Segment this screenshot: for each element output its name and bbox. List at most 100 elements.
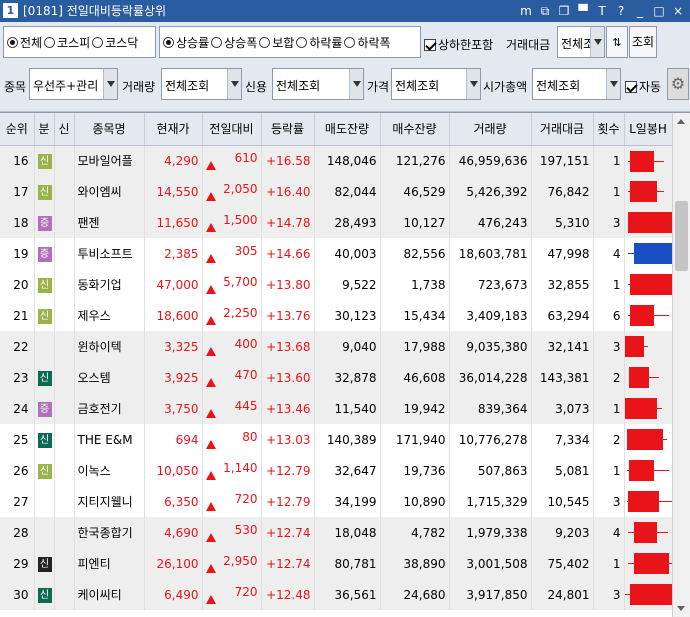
trade-amount-select[interactable]: 전체조	[557, 26, 605, 58]
volume-select[interactable]: 전체조회	[161, 68, 242, 100]
column-header[interactable]: 매도잔량	[314, 113, 381, 146]
radio-label: 상승폭	[224, 35, 258, 50]
bid-volume-cell: 46,529	[380, 176, 450, 207]
table-row[interactable]: 16 신 모바일어플 4,290 610 +16.58 148,046 121,276 46,9…	[0, 145, 673, 176]
market-radio-1[interactable]: 코스피	[44, 34, 90, 51]
price-cell: 3,750	[144, 393, 203, 424]
price-select[interactable]: 전체조회	[391, 68, 481, 100]
up-arrow-icon	[205, 347, 216, 356]
column-header[interactable]: 종목명	[74, 113, 145, 146]
chevron-down-icon	[227, 69, 241, 99]
candle-cell	[624, 238, 673, 269]
column-header[interactable]: 현재가	[144, 113, 203, 146]
credit-select[interactable]: 전체조회	[272, 68, 364, 100]
up-arrow-icon	[205, 440, 216, 449]
radio-dot-icon	[163, 36, 174, 48]
change-value: 1,140	[223, 461, 258, 475]
market-radio-0[interactable]: 전체	[7, 34, 42, 51]
pin-icon[interactable]: ▀	[575, 2, 591, 20]
rate-cell: +13.76	[261, 300, 315, 331]
table-row[interactable]: 29 신 피엔티 26,100 2,950 +12.74 80,781 38,890 3,001…	[0, 548, 673, 579]
column-header[interactable]: L일봉H	[624, 113, 673, 146]
count-cell: 4	[593, 517, 625, 548]
price-cell: 14,550	[144, 176, 203, 207]
column-header[interactable]: 전일대비	[202, 113, 262, 146]
column-header[interactable]: 횟수	[593, 113, 625, 146]
checkbox-box	[625, 80, 637, 93]
search-button[interactable]: 조회	[629, 26, 657, 58]
auto-checkbox[interactable]: 자동	[625, 78, 661, 95]
up-arrow-icon	[205, 564, 216, 573]
sort-radio-3[interactable]: 하락률	[296, 34, 342, 51]
table-row[interactable]: 26 신 이녹스 10,050 1,140 +12.79 32,647 19,736 507,8…	[0, 455, 673, 486]
rank-cell: 27	[0, 486, 35, 517]
ask-volume-cell: 80,781	[314, 548, 381, 579]
rank-cell: 18	[0, 207, 35, 238]
vertical-scrollbar[interactable]	[672, 113, 690, 617]
scroll-down-icon[interactable]	[673, 600, 690, 617]
market-radio-2[interactable]: 코스닥	[92, 34, 138, 51]
sort-radio-group: 상승률 상승폭 보합 하락률 하락폭	[159, 26, 421, 58]
table-row[interactable]: 22 윈하이텍 3,325 400 +13.68 9,040 17,988 9,035,380…	[0, 331, 673, 362]
table-row[interactable]: 24 증 금호전기 3,750 445 +13.46 11,540 19,942 839,364…	[0, 393, 673, 424]
table-row[interactable]: 19 증 투비소프트 2,385 305 +14.66 40,003 82,556 18,603…	[0, 238, 673, 269]
help-icon[interactable]: ?	[613, 2, 629, 20]
include-limit-checkbox[interactable]: 상하한포함	[424, 36, 493, 53]
item-label: 종목	[4, 80, 27, 94]
copy-icon[interactable]: ❐	[556, 2, 572, 20]
change-value: 2,050	[223, 182, 258, 196]
ranking-grid: 순위 분 신 종목명 현재가 전일대비 등락률 매도잔량 매수잔량 거래량 거래대금 횟수 L일봉H 1…	[0, 112, 690, 617]
amount-cell: 47,998	[531, 238, 594, 269]
column-header[interactable]: 거래량	[449, 113, 532, 146]
scroll-up-icon[interactable]	[673, 113, 690, 130]
item-select[interactable]: 우선주+관리	[29, 68, 118, 100]
bid-volume-cell: 82,556	[380, 238, 450, 269]
settings-button[interactable]: ⚙	[667, 68, 689, 100]
category-cell: 증	[34, 207, 55, 238]
table-row[interactable]: 17 신 와이엠씨 14,550 2,050 +16.40 82,044 46,529 5,42…	[0, 176, 673, 207]
restore-icon[interactable]: ⧉	[537, 2, 553, 20]
table-row[interactable]: 18 증 팬젠 11,650 1,500 +14.78 28,493 10,127 476,24…	[0, 207, 673, 238]
stock-name-cell: 케이씨티	[74, 579, 145, 610]
close-icon[interactable]: ×	[670, 2, 686, 20]
table-row[interactable]: 21 신 제우스 18,600 2,250 +13.76 30,123 15,434 3,409…	[0, 300, 673, 331]
sort-radio-2[interactable]: 보합	[259, 34, 294, 51]
swap-button[interactable]: ⇅	[606, 26, 628, 58]
column-header[interactable]: 신	[54, 113, 75, 146]
mktcap-select[interactable]: 전체조회	[532, 68, 621, 100]
price-cell: 6,350	[144, 486, 203, 517]
credit-cell	[54, 424, 75, 455]
table-row[interactable]: 28 한국종합기 4,690 530 +12.74 18,048 4,782 1,979,33…	[0, 517, 673, 548]
table-row[interactable]: 23 신 오스템 3,925 470 +13.60 32,878 46,608 36,014,2…	[0, 362, 673, 393]
stock-name-cell: 이녹스	[74, 455, 145, 486]
minimize-icon[interactable]: _	[632, 2, 648, 20]
price-cell: 18,600	[144, 300, 203, 331]
window-title: [0181] 전일대비등락률상위	[23, 4, 167, 18]
table-row[interactable]: 25 신 THE E&M 694 80 +13.03 140,389 171,940 10,77…	[0, 424, 673, 455]
table-row[interactable]: 20 신 동화기업 47,000 5,700 +13.80 9,522 1,738 723,67…	[0, 269, 673, 300]
column-header[interactable]: 순위	[0, 113, 35, 146]
column-header[interactable]: 등락률	[261, 113, 315, 146]
credit-cell	[54, 145, 75, 176]
ask-volume-cell: 40,003	[314, 238, 381, 269]
change-cell: 2,050	[202, 176, 262, 207]
m-icon[interactable]: m	[518, 2, 534, 20]
change-value: 5,700	[223, 275, 258, 289]
table-row[interactable]: 30 신 케이씨티 6,490 720 +12.48 36,561 24,680 3,917,8…	[0, 579, 673, 610]
sort-radio-1[interactable]: 상승폭	[211, 34, 257, 51]
column-header[interactable]: 매수잔량	[380, 113, 450, 146]
column-header[interactable]: 분	[34, 113, 55, 146]
sort-radio-0[interactable]: 상승률	[163, 34, 209, 51]
table-row[interactable]: 27 지티지웰니 6,350 720 +12.79 34,199 10,890 1,715,3…	[0, 486, 673, 517]
rank-cell: 23	[0, 362, 35, 393]
font-size-icon[interactable]: T	[594, 2, 610, 20]
candle-body	[628, 491, 660, 512]
change-cell: 400	[202, 331, 262, 362]
count-cell: 3	[593, 331, 625, 362]
maximize-icon[interactable]: □	[651, 2, 667, 20]
rate-cell: +13.80	[261, 269, 315, 300]
sort-radio-4[interactable]: 하락폭	[344, 34, 391, 51]
column-header[interactable]: 거래대금	[531, 113, 594, 146]
change-value: 610	[234, 151, 258, 166]
scroll-thumb[interactable]	[675, 201, 688, 271]
